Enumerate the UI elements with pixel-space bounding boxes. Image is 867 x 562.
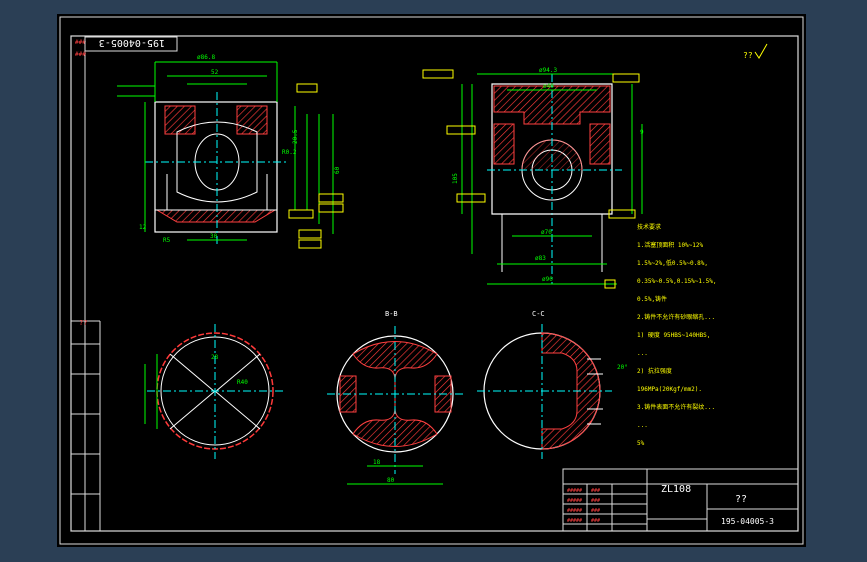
tech-requirements: 技术要求 1.活塞顶面积 10%~12% 1.5%~2%,低0.5%~0.8%, 0.… [637,223,716,447]
tech-req-line: 2.铸件不允许有砂眼缩孔... [637,313,715,321]
tech-req-line: 196MPa(20Kgf/mm2). [637,386,702,393]
tech-req-line: 1) 硬度 95HBS~140HBS, [637,331,710,339]
dim-d14: 20° [617,364,628,371]
tech-req-line: 3.铸件表面不允许有裂纹... [637,403,715,411]
svg-text:195-04005-3: 195-04005-3 [99,37,165,48]
tech-req-line: 5% [637,440,645,447]
left-vertical-note-2: ### [75,51,86,58]
dim-d15: 105 [452,173,459,184]
dim-d2: 52 [211,69,219,76]
svg-text:###: ### [591,508,600,514]
tech-req-line: 1.5%~2%,低0.5%~0.8%, [637,259,708,267]
dim-d8: 30 [210,233,218,240]
cad-drawing: ?? ### ### 195-04005-3 ?? ø86.8 52 30 R5… [59,16,804,545]
tolerance-frames-left [288,83,344,249]
dim-d11: R5 [163,237,171,244]
svg-text:#####: ##### [567,518,582,524]
dim-d19: 20.5 [292,129,299,144]
dim-d13: 18 [373,459,381,466]
left-border-label: ?? [79,319,87,327]
title-drawing-no: 195-04005-3 [721,517,774,526]
dim-d12: 80 [387,477,395,484]
section-label-b: B-B [385,310,398,318]
dim-d7: ø83 [535,255,546,262]
tech-req-line: ... [637,422,648,429]
dim-d20: R0.2 [282,149,297,156]
svg-text:#####: ##### [567,488,582,494]
section-c-view [477,324,612,459]
tech-req-line: 技术要求 [637,223,661,231]
dim-d3: ø94.3 [539,67,557,74]
dim-d6: ø90 [542,276,553,283]
roughness-symbol [754,43,768,59]
section-label-c: C-C [532,310,545,318]
tech-req-line: 0.5%,铸件 [637,295,667,303]
tech-req-line: 1.活塞顶面积 10%~12% [637,241,704,249]
dim-d17: 12 [139,224,147,231]
drawing-sheet: ?? ### ### 195-04005-3 ?? ø86.8 52 30 R5… [57,14,806,547]
svg-text:###: ### [591,498,600,504]
tech-req-line: 0.35%~0.5%,0.15%~1.5%, [637,278,716,285]
left-border-strip [71,36,101,531]
dim-d1: ø86.8 [197,54,215,61]
piston-side-section [487,74,622,284]
title-name: ?? [735,494,747,505]
svg-text:###: ### [591,518,600,524]
section-b-view [327,326,465,485]
pin-boss-view [144,324,283,459]
dim-d10: R40 [237,379,248,386]
title-stamp: 195-04005-3 [84,36,178,52]
dim-d16: 9 [640,129,644,136]
dim-d5: ø70 [541,229,552,236]
dim-d4: ø40 [543,83,554,90]
tech-req-line: 2) 抗拉强度 [637,367,672,375]
piston-front-section [145,92,289,246]
title-part-code: ZL108 [661,484,691,495]
tech-req-line: ... [637,350,648,357]
title-block-revisions: ##### ### ##### ### ##### ### ##### ### [567,488,600,524]
dim-d18: 60 [334,166,341,174]
svg-text:###: ### [591,488,600,494]
svg-text:#####: ##### [567,508,582,514]
corner-mark: ?? [743,51,753,60]
svg-text:#####: ##### [567,498,582,504]
dim-d9: 28 [211,354,219,361]
